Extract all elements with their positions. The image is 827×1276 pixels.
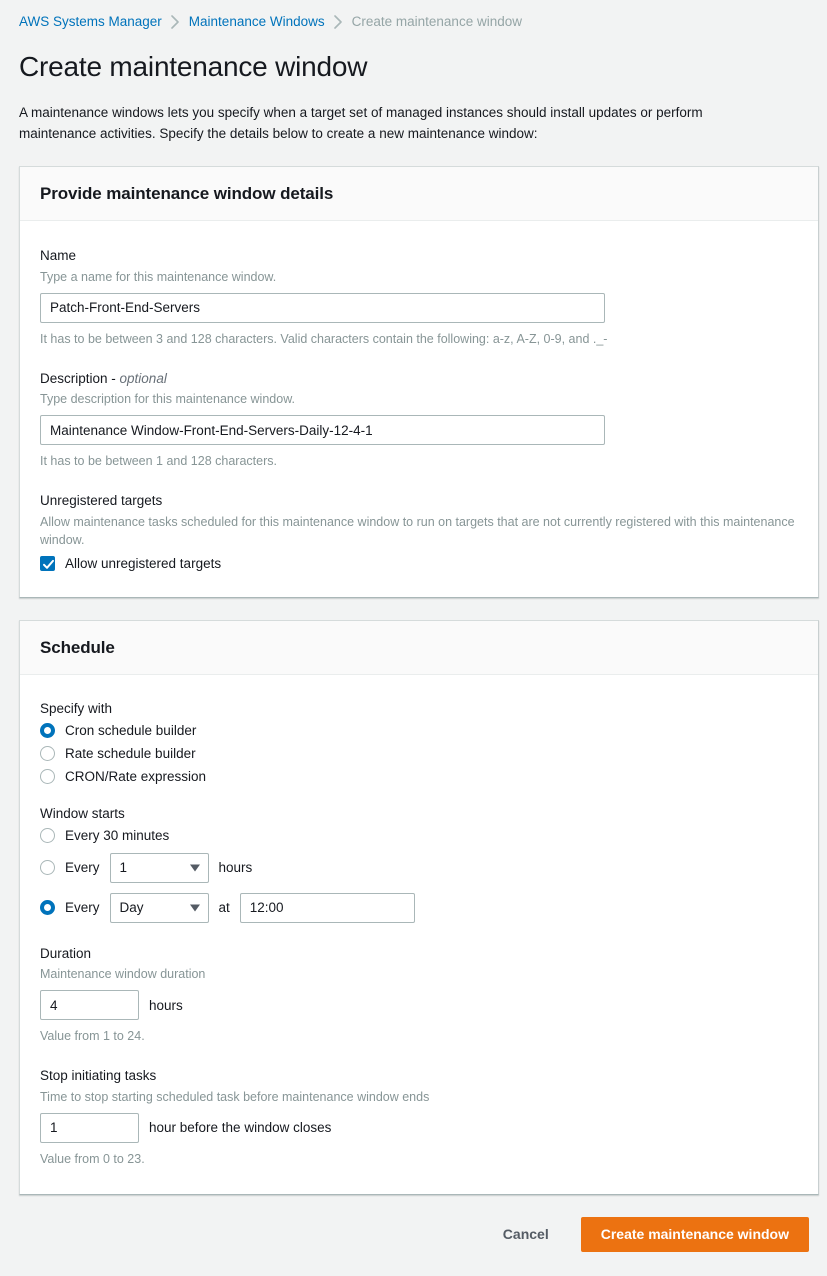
- name-label: Name: [40, 248, 77, 264]
- specify-with-option-rate-builder[interactable]: Rate schedule builder: [40, 745, 798, 761]
- radio-every-n-hours[interactable]: [40, 860, 55, 876]
- radio-every-30-minutes[interactable]: [40, 827, 55, 843]
- breadcrumb: AWS Systems Manager Maintenance Windows …: [0, 0, 827, 29]
- page-title: Create maintenance window: [19, 51, 368, 82]
- schedule-panel: Schedule Specify with Cron schedule buil…: [19, 619, 819, 1195]
- specify-with-option-cron-builder[interactable]: Cron schedule builder: [40, 722, 798, 738]
- radio-cron-schedule-builder-label[interactable]: Cron schedule builder: [65, 723, 196, 738]
- duration-field-group: Duration Maintenance window duration hou…: [40, 945, 798, 1045]
- specify-with-option-cron-rate-expression[interactable]: CRON/Rate expression: [40, 768, 798, 784]
- duration-note: Value from 1 to 24.: [40, 1029, 145, 1044]
- name-note: It has to be between 3 and 128 character…: [40, 331, 608, 346]
- radio-rate-schedule-builder[interactable]: [40, 745, 55, 761]
- window-starts-label: Window starts: [40, 805, 125, 821]
- chevron-right-icon: [333, 14, 343, 29]
- description-field-group: Description - optional Type description …: [40, 370, 798, 470]
- chevron-down-icon: [189, 864, 200, 872]
- radio-rate-schedule-builder-label[interactable]: Rate schedule builder: [65, 746, 196, 761]
- unregistered-targets-group: Unregistered targets Allow maintenance t…: [40, 492, 798, 571]
- stop-initiating-tasks-input[interactable]: [40, 1112, 139, 1143]
- description-input[interactable]: [40, 415, 605, 446]
- stop-initiating-tasks-label: Stop initiating tasks: [40, 1068, 157, 1084]
- description-note: It has to be between 1 and 128 character…: [40, 454, 277, 469]
- radio-cron-rate-expression[interactable]: [40, 768, 55, 784]
- name-field-group: Name Type a name for this maintenance wi…: [40, 247, 798, 347]
- breadcrumb-item-current: Create maintenance window: [351, 14, 522, 29]
- breadcrumb-item-maintenance-windows[interactable]: Maintenance Windows: [189, 14, 325, 29]
- radio-every-30-minutes-label[interactable]: Every 30 minutes: [65, 828, 169, 843]
- schedule-panel-header: Schedule: [20, 620, 818, 675]
- page-root: AWS Systems Manager Maintenance Windows …: [0, 0, 827, 1276]
- unregistered-targets-label: Unregistered targets: [40, 493, 163, 509]
- checkmark-icon: [43, 559, 54, 569]
- chevron-right-icon: [170, 14, 180, 29]
- specify-with-label: Specify with: [40, 700, 113, 716]
- day-interval-select-value: Day: [119, 900, 144, 916]
- details-panel-header: Provide maintenance window details: [20, 167, 818, 222]
- duration-hint: Maintenance window duration: [40, 967, 206, 982]
- stop-initiating-tasks-unit-label: hour before the window closes: [149, 1120, 332, 1136]
- form-actions: Cancel Create maintenance window: [0, 1195, 818, 1276]
- page-description: A maintenance windows lets you specify w…: [19, 104, 703, 141]
- stop-initiating-tasks-hint: Time to stop starting scheduled task bef…: [40, 1089, 430, 1104]
- description-label: Description - optional: [40, 370, 798, 388]
- name-hint: Type a name for this maintenance window.: [40, 269, 277, 284]
- chevron-down-icon: [189, 904, 200, 912]
- allow-unregistered-targets-row[interactable]: Allow unregistered targets: [40, 555, 798, 571]
- create-maintenance-window-button[interactable]: Create maintenance window: [580, 1216, 809, 1253]
- stop-initiating-tasks-group: Stop initiating tasks Time to stop start…: [40, 1067, 798, 1167]
- allow-unregistered-targets-checkbox[interactable]: [40, 555, 55, 571]
- cancel-button[interactable]: Cancel: [489, 1218, 563, 1250]
- window-starts-option-30-minutes[interactable]: Every 30 minutes: [40, 827, 798, 843]
- duration-label: Duration: [40, 945, 92, 961]
- description-label-text: Description -: [40, 370, 120, 386]
- every-hours-suffix-label: hours: [218, 860, 253, 876]
- every-day-prefix-label: Every: [65, 900, 100, 916]
- every-day-at-label: at: [218, 900, 230, 916]
- hours-interval-select-value: 1: [119, 860, 128, 876]
- details-panel-title: Provide maintenance window details: [40, 184, 334, 204]
- window-starts-option-day[interactable]: Every Day at: [40, 892, 798, 923]
- radio-every-day[interactable]: [40, 900, 55, 916]
- day-interval-select[interactable]: Day: [109, 892, 209, 923]
- start-time-input[interactable]: [239, 892, 415, 923]
- every-hours-prefix-label: Every: [65, 860, 100, 876]
- hours-interval-select[interactable]: 1: [109, 852, 209, 883]
- schedule-panel-body: Specify with Cron schedule builder Rate …: [20, 675, 818, 1194]
- radio-cron-rate-expression-label[interactable]: CRON/Rate expression: [65, 769, 206, 784]
- radio-cron-schedule-builder[interactable]: [40, 722, 55, 738]
- window-starts-option-hours[interactable]: Every 1 hours: [40, 852, 798, 883]
- unregistered-targets-hint: Allow maintenance tasks scheduled for th…: [40, 514, 795, 547]
- stop-initiating-tasks-note: Value from 0 to 23.: [40, 1151, 145, 1166]
- details-panel: Provide maintenance window details Name …: [19, 166, 819, 598]
- duration-unit-label: hours: [149, 997, 183, 1013]
- duration-input[interactable]: [40, 990, 139, 1021]
- description-hint: Type description for this maintenance wi…: [40, 392, 295, 407]
- schedule-panel-title: Schedule: [40, 637, 115, 657]
- description-optional-text: optional: [119, 370, 167, 386]
- allow-unregistered-targets-label[interactable]: Allow unregistered targets: [65, 556, 221, 571]
- details-panel-body: Name Type a name for this maintenance wi…: [20, 221, 818, 596]
- breadcrumb-item-aws-systems-manager[interactable]: AWS Systems Manager: [19, 14, 162, 29]
- name-input[interactable]: [40, 292, 605, 323]
